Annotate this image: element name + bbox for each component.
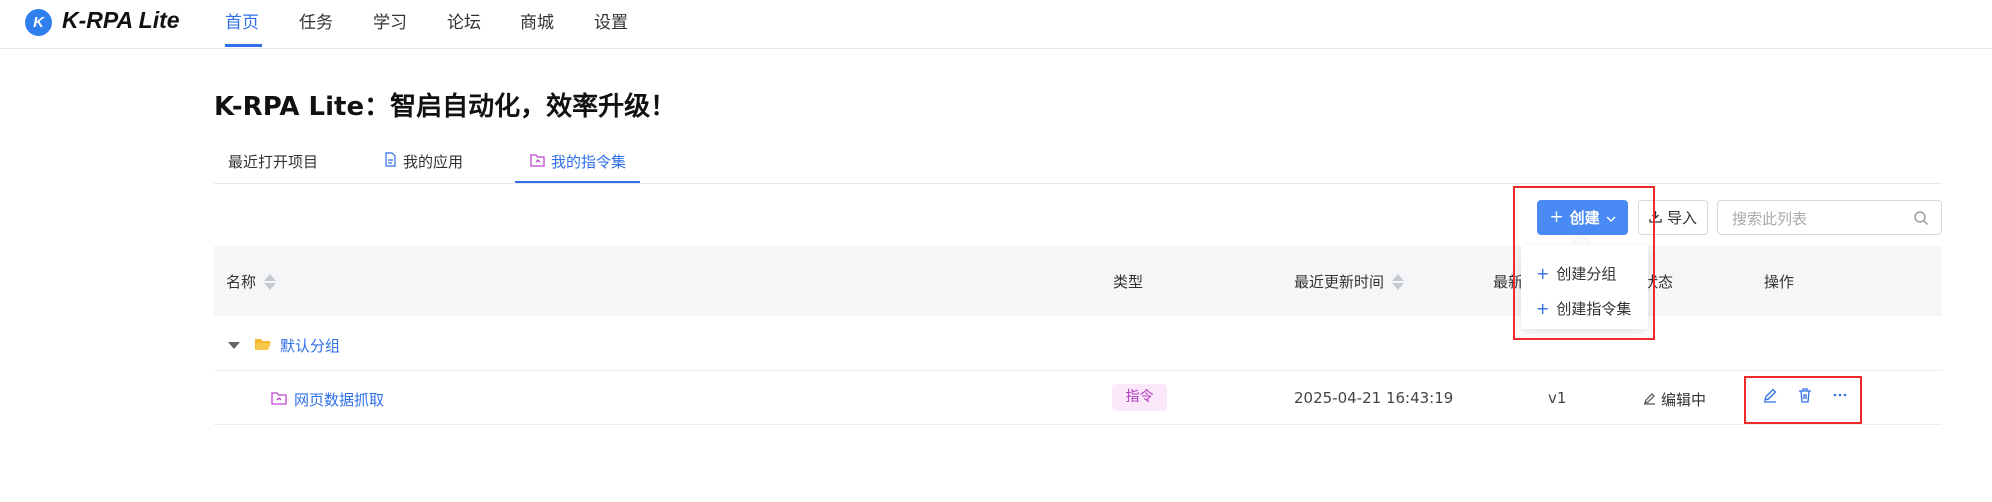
nav-item-learn[interactable]: 学习	[373, 8, 407, 33]
header-label: 最近更新时间	[1294, 273, 1385, 291]
nav-item-home[interactable]: 首页	[225, 8, 259, 33]
search-input[interactable]	[1730, 207, 1904, 231]
command-folder-icon	[530, 153, 545, 171]
table-row-name[interactable]: 网页数据抓取	[271, 389, 384, 410]
caret-down-icon[interactable]	[228, 342, 240, 349]
header-label: 类型	[1113, 273, 1144, 291]
import-label: 导入	[1666, 209, 1697, 227]
search-icon[interactable]	[1913, 210, 1929, 230]
column-header-name[interactable]: 名称	[226, 271, 277, 292]
tab-label: 我的指令集	[551, 153, 627, 171]
tab-my-apps[interactable]: 我的应用	[384, 151, 463, 172]
highlight-box-actions	[1744, 376, 1862, 424]
command-folder-icon	[271, 391, 287, 409]
search-box	[1717, 200, 1942, 235]
tabs-divider	[214, 183, 1942, 184]
page-title: K-RPA Lite：智启自动化，效率升级！	[214, 92, 677, 122]
nav-item-store[interactable]: 商城	[520, 8, 554, 33]
nav-item-tasks[interactable]: 任务	[299, 8, 333, 33]
app-doc-icon	[384, 152, 397, 171]
group-label: 默认分组	[280, 337, 341, 355]
updated-time: 2025-04-21 16:43:19	[1294, 389, 1454, 407]
logo-icon: K	[25, 9, 52, 36]
header-label: 操作	[1764, 273, 1795, 291]
tab-my-commands[interactable]: 我的指令集	[530, 151, 626, 172]
column-header-actions: 操作	[1764, 271, 1794, 292]
pencil-icon	[1643, 391, 1656, 409]
header-label: 名称	[226, 273, 257, 291]
nav-item-settings[interactable]: 设置	[594, 8, 628, 33]
highlight-box-create	[1513, 186, 1655, 340]
status-label: 编辑中	[1661, 391, 1707, 409]
version-value: v1	[1548, 389, 1567, 407]
row-divider	[214, 370, 1942, 371]
group-row[interactable]: 默认分组	[228, 335, 340, 356]
item-name-label: 网页数据抓取	[294, 391, 385, 409]
nav-item-forum[interactable]: 论坛	[447, 8, 481, 33]
column-header-type: 类型	[1113, 271, 1143, 292]
sort-icon[interactable]	[1392, 273, 1405, 290]
tab-label: 最近打开项目	[228, 153, 319, 171]
row-divider	[214, 424, 1942, 425]
folder-open-icon	[254, 337, 272, 355]
tab-recent-projects[interactable]: 最近打开项目	[228, 151, 318, 172]
table-header	[214, 246, 1942, 316]
status-cell: 编辑中	[1643, 389, 1706, 410]
tab-label: 我的应用	[403, 153, 464, 171]
nav-active-indicator	[225, 44, 262, 47]
sort-icon[interactable]	[264, 273, 277, 290]
app-name: K-RPA Lite	[62, 7, 180, 33]
type-badge: 指令	[1112, 384, 1167, 411]
column-header-updated[interactable]: 最近更新时间	[1294, 271, 1405, 292]
